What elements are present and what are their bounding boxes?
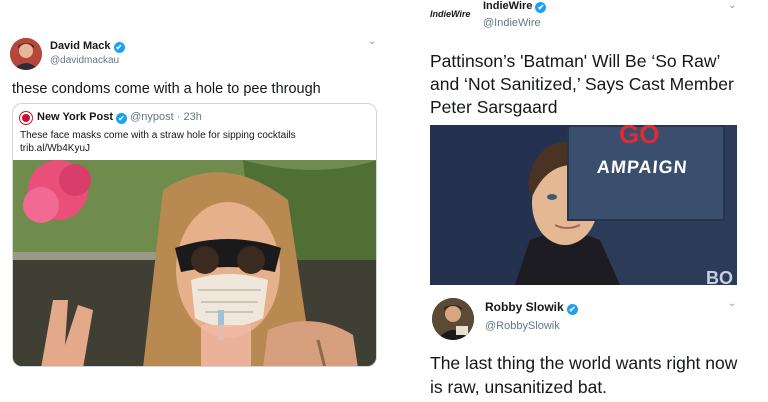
article-photo[interactable]: GO AMPAIGN BO xyxy=(430,125,737,285)
author-avatar[interactable] xyxy=(10,38,42,70)
campaign-sign: GO AMPAIGN xyxy=(567,125,725,221)
left-tweet-card[interactable]: David Mack ✔ @davidmackau ⌄ these condoms… xyxy=(0,30,384,375)
quoted-tweet-link[interactable]: trib.al/Wb4KyuJ xyxy=(20,142,370,155)
woman-mask-photo xyxy=(13,160,376,366)
chevron-down-icon[interactable]: ⌄ xyxy=(728,298,736,309)
indiewire-author-name[interactable]: IndieWire ✔ xyxy=(483,0,547,13)
quoted-tweet-photo[interactable] xyxy=(13,160,376,366)
verified-badge-icon: ✔ xyxy=(113,42,125,53)
author-name[interactable]: David Mack ✔ xyxy=(50,40,125,53)
tweet-text: these condoms come with a hole to pee th… xyxy=(12,81,321,97)
verified-badge-icon: ✔ xyxy=(116,113,128,124)
avatar-portrait-icon xyxy=(432,298,474,340)
avatar-portrait-icon xyxy=(10,38,42,70)
nypost-avatar[interactable] xyxy=(20,112,32,124)
quoted-tweet[interactable]: New York Post ✔ @nypost · 23h These face … xyxy=(12,103,377,367)
indiewire-author-handle[interactable]: @IndieWire xyxy=(483,17,541,29)
quoted-time[interactable]: 23h xyxy=(183,111,201,123)
reply-author-handle[interactable]: @RobbySlowik xyxy=(485,320,560,332)
sign-corner-text: BO xyxy=(706,268,733,285)
author-handle[interactable]: @davidmackau xyxy=(50,55,119,66)
verified-badge-icon: ✔ xyxy=(535,2,547,13)
chevron-down-icon[interactable]: ⌄ xyxy=(368,36,376,47)
chevron-down-icon[interactable]: ⌄ xyxy=(728,0,736,11)
reply-author-avatar[interactable] xyxy=(432,298,474,340)
quoted-tweet-text: These face masks come with a straw hole … xyxy=(20,129,370,155)
article-headline[interactable]: Pattinson’s 'Batman' Will Be ‘So Raw’ an… xyxy=(430,50,750,119)
reply-tweet-text: The last thing the world wants right now… xyxy=(430,353,738,397)
quoted-tweet-header: New York Post ✔ @nypost · 23h xyxy=(37,111,202,124)
verified-badge-icon: ✔ xyxy=(566,304,578,315)
reply-author-name[interactable]: Robby Slowik ✔ xyxy=(485,300,578,315)
quoted-author-handle[interactable]: @nypost xyxy=(130,111,174,123)
quoted-author-name[interactable]: New York Post xyxy=(37,111,113,123)
indiewire-logo[interactable]: IndieWire xyxy=(430,9,470,19)
